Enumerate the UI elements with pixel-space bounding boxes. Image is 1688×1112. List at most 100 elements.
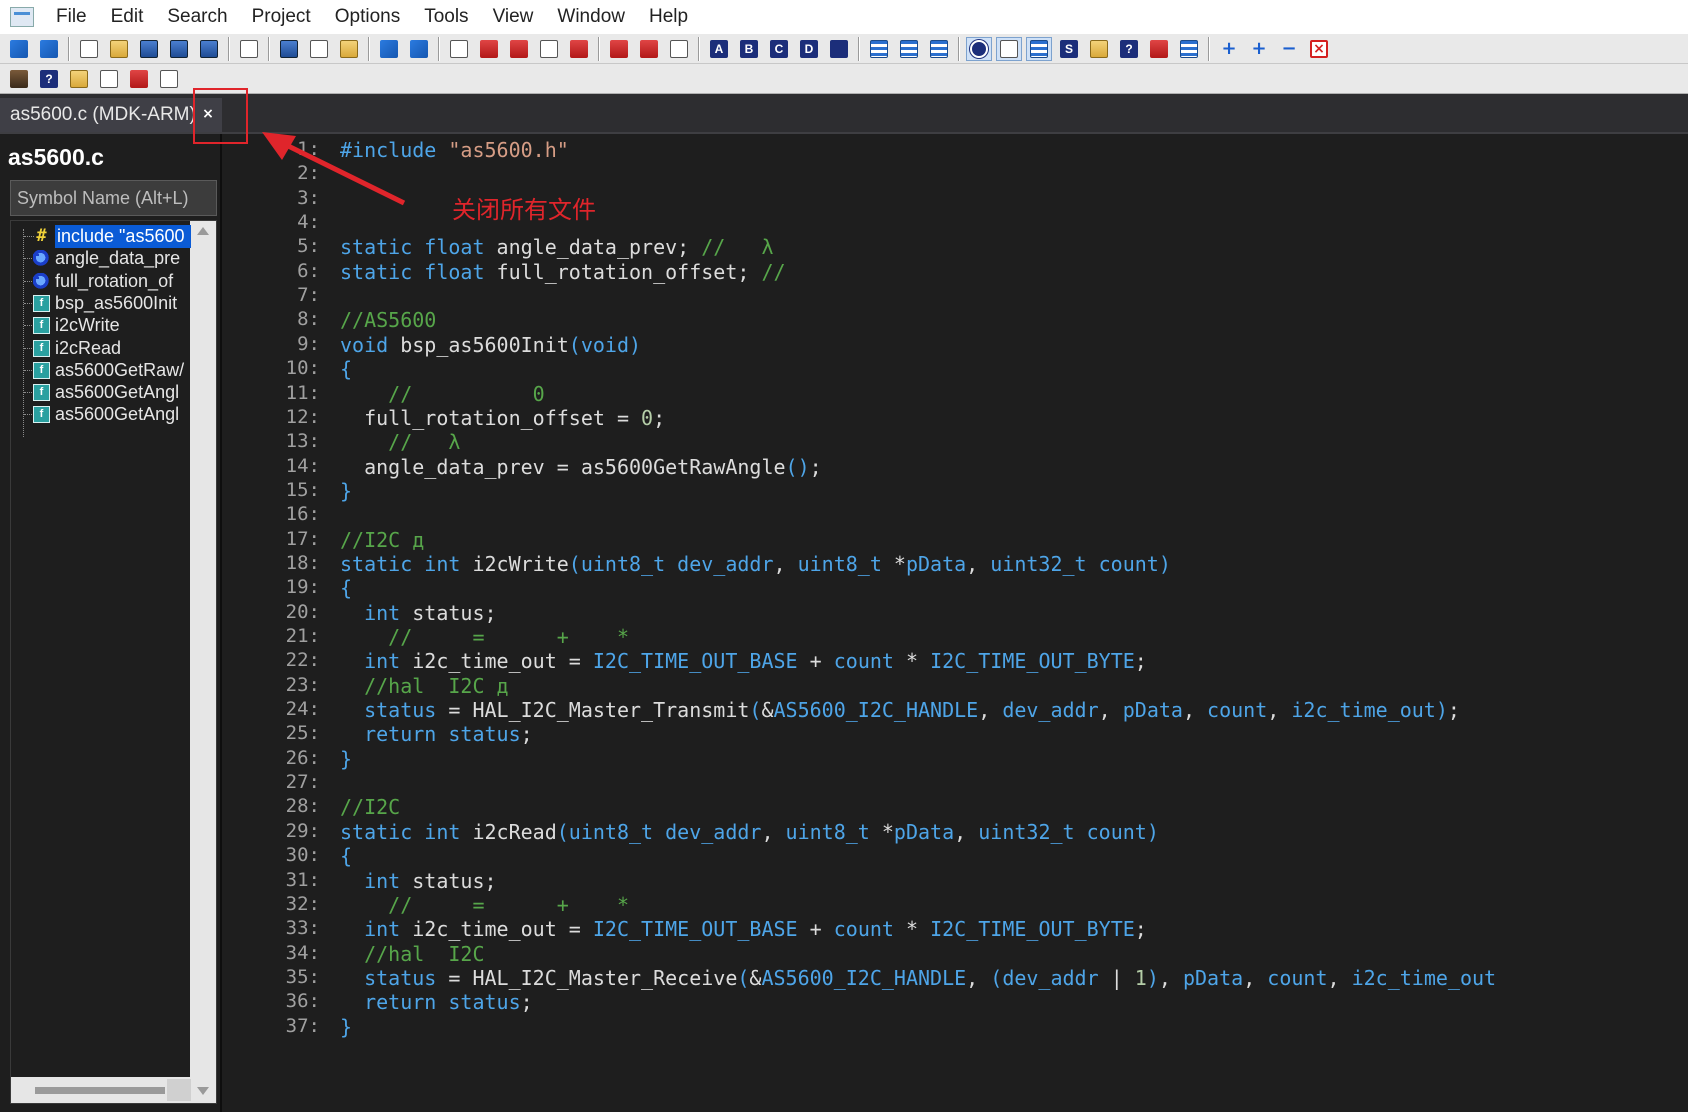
symbol-list-item[interactable]: angle_data_pre xyxy=(11,247,191,270)
symbol-list-item[interactable]: f as5600GetRaw/ xyxy=(11,359,191,382)
code-line[interactable]: } xyxy=(340,1015,352,1039)
code-line[interactable]: // λ xyxy=(340,430,460,454)
code-line[interactable]: return status; xyxy=(340,990,533,1014)
symbol-list-item[interactable]: f as5600GetAngl xyxy=(11,381,191,404)
code-line[interactable]: full_rotation_offset = 0; xyxy=(340,406,665,430)
code-line[interactable]: int status; xyxy=(340,601,496,625)
menu-edit[interactable]: Edit xyxy=(99,0,156,34)
code-line[interactable]: } xyxy=(340,479,352,503)
code-line[interactable]: //hal I2C д xyxy=(340,674,509,698)
sync-icon[interactable] xyxy=(126,67,152,91)
scroll-up-icon[interactable] xyxy=(197,227,209,235)
symbol-list-item[interactable]: f as5600GetAngl xyxy=(11,403,191,426)
find-previous-icon[interactable] xyxy=(476,37,502,61)
save-all-icon[interactable] xyxy=(196,37,222,61)
horizontal-scrollbar[interactable] xyxy=(11,1077,191,1103)
find-in-files-icon[interactable] xyxy=(536,37,562,61)
close-icon[interactable]: × xyxy=(200,106,216,122)
vertical-scrollbar[interactable] xyxy=(190,221,216,1103)
open-folder-icon[interactable] xyxy=(106,37,132,61)
function-icon[interactable] xyxy=(96,67,122,91)
menu-search[interactable]: Search xyxy=(155,0,239,34)
clip-window-icon[interactable] xyxy=(1146,37,1172,61)
menu-help[interactable]: Help xyxy=(637,0,700,34)
find-icon[interactable] xyxy=(446,37,472,61)
bookmark-c-icon[interactable]: C xyxy=(766,37,792,61)
relation-window-icon[interactable] xyxy=(1026,36,1052,61)
undo-icon[interactable] xyxy=(376,37,402,61)
symbol-list-item[interactable]: full_rotation_of xyxy=(11,270,191,293)
symbol-list-item[interactable]: # include "as5600 xyxy=(11,225,191,248)
menu-tools[interactable]: Tools xyxy=(412,0,480,34)
expand-icon[interactable]: + xyxy=(1216,37,1242,61)
layout-2-icon[interactable] xyxy=(896,37,922,61)
refresh-icon[interactable] xyxy=(156,67,182,91)
replace-icon[interactable] xyxy=(566,37,592,61)
menu-project[interactable]: Project xyxy=(240,0,323,34)
code-line[interactable]: static int i2cRead(uint8_t dev_addr, uin… xyxy=(340,820,1159,844)
scroll-thumb[interactable] xyxy=(35,1087,165,1094)
code-line[interactable]: status = HAL_I2C_Master_Receive(&AS5600_… xyxy=(340,966,1496,990)
layout-3-icon[interactable] xyxy=(926,37,952,61)
bookmark-prev-icon[interactable] xyxy=(606,37,632,61)
menu-options[interactable]: Options xyxy=(323,0,412,34)
scroll-down-icon[interactable] xyxy=(197,1087,209,1095)
code-line[interactable]: { xyxy=(340,576,352,600)
code-line[interactable]: angle_data_prev = as5600GetRawAngle(); xyxy=(340,455,822,479)
code-line[interactable]: // = + * xyxy=(340,893,629,917)
save-as-icon[interactable] xyxy=(166,37,192,61)
remove-icon[interactable]: − xyxy=(1276,37,1302,61)
code-line[interactable]: static int i2cWrite(uint8_t dev_addr, ui… xyxy=(340,552,1171,576)
menu-window[interactable]: Window xyxy=(545,0,637,34)
code-line[interactable]: #include "as5600.h" xyxy=(340,138,569,162)
code-line[interactable]: { xyxy=(340,844,352,868)
bookmark-d-icon[interactable]: D xyxy=(796,37,822,61)
tab-as5600-c[interactable]: as5600.c (MDK-ARM) × xyxy=(0,98,222,132)
symbol-info-icon[interactable]: ? xyxy=(36,67,62,91)
symbol-list-item[interactable]: f i2cWrite xyxy=(11,314,191,337)
code-line[interactable]: int i2c_time_out = I2C_TIME_OUT_BASE + c… xyxy=(340,649,1147,673)
layout-1-icon[interactable] xyxy=(866,37,892,61)
code-line[interactable]: void bsp_as5600Init(void) xyxy=(340,333,641,357)
code-editor[interactable]: 1: 2: 3: 4: 5: 6: 7: 8: 9: 10: 11: 12: 13: 14: 15: 16: 1… xyxy=(224,134,1688,1112)
symbol-list-item[interactable]: f i2cRead xyxy=(11,337,191,360)
bookmark-a-icon[interactable]: A xyxy=(706,37,732,61)
project-window-icon[interactable] xyxy=(966,36,992,61)
code-line[interactable]: { xyxy=(340,357,352,381)
bookmark-b-icon[interactable]: B xyxy=(736,37,762,61)
bookmark-next-icon[interactable] xyxy=(636,37,662,61)
symbol-window-icon[interactable] xyxy=(996,36,1022,61)
cut-icon[interactable] xyxy=(276,37,302,61)
symbol-list-item[interactable]: f bsp_as5600Init xyxy=(11,292,191,315)
bookmark-e-icon[interactable] xyxy=(826,37,852,61)
code-line[interactable]: //hal I2C xyxy=(340,942,484,966)
source-icon[interactable]: S xyxy=(1056,37,1082,61)
new-file-icon[interactable] xyxy=(76,37,102,61)
add-icon[interactable]: + xyxy=(1246,37,1272,61)
code-line[interactable]: // = + * xyxy=(340,625,629,649)
code-line[interactable]: int status; xyxy=(340,869,496,893)
help-index-icon[interactable]: ? xyxy=(1116,37,1142,61)
menu-file[interactable]: File xyxy=(44,0,99,34)
close-all-icon[interactable]: × xyxy=(1306,37,1332,61)
back-icon[interactable] xyxy=(6,37,32,61)
code-line[interactable]: } xyxy=(340,747,352,771)
code-line[interactable]: static float full_rotation_offset; // xyxy=(340,260,786,284)
code-line[interactable]: //AS5600 xyxy=(340,308,436,332)
paste-icon[interactable] xyxy=(336,37,362,61)
code-line[interactable]: status = HAL_I2C_Master_Transmit(&AS5600… xyxy=(340,698,1460,722)
menu-view[interactable]: View xyxy=(481,0,546,34)
bookmark-list-icon[interactable] xyxy=(666,37,692,61)
symbol-list[interactable]: # include "as5600 angle_data_pre full_rotat… xyxy=(10,220,217,1104)
context-window-icon[interactable] xyxy=(1176,37,1202,61)
find-next-icon[interactable] xyxy=(506,37,532,61)
code-line[interactable]: //I2C xyxy=(340,795,400,819)
forward-icon[interactable] xyxy=(36,37,62,61)
code-line[interactable]: // 0 xyxy=(340,382,545,406)
code-line[interactable]: int i2c_time_out = I2C_TIME_OUT_BASE + c… xyxy=(340,917,1147,941)
build-icon[interactable] xyxy=(6,67,32,91)
scroll-right-button[interactable] xyxy=(167,1079,191,1101)
print-icon[interactable] xyxy=(236,37,262,61)
code-line[interactable]: return status; xyxy=(340,722,533,746)
code-line[interactable]: static float angle_data_prev; // λ xyxy=(340,235,774,259)
